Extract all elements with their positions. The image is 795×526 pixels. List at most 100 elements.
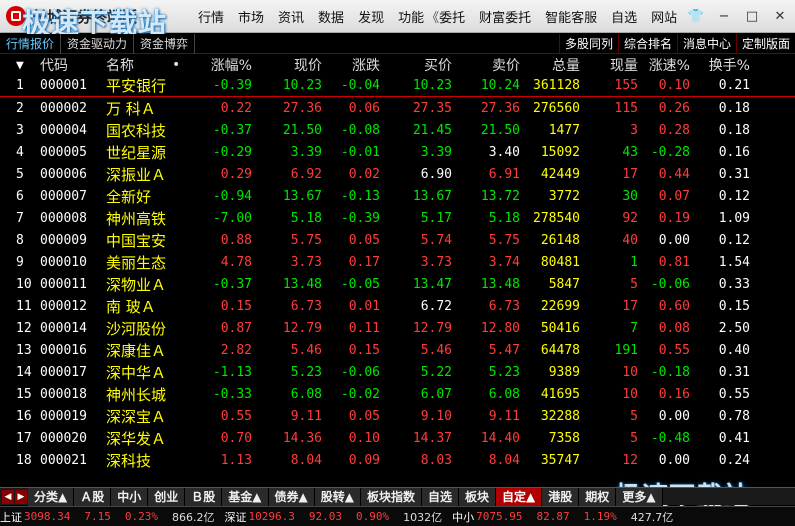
zx-amount: 427.7亿 [630, 510, 674, 524]
menu-trade[interactable]: 委托 [439, 7, 465, 26]
market-tab[interactable]: Ｂ股 [185, 487, 223, 506]
table-row[interactable]: 7 000008 神州高铁 -7.00 5.18 -0.39 5.17 5.18 278540 9… [0, 207, 795, 229]
table-row[interactable]: 13 000016 深康佳Ａ 2.82 5.46 0.15 5.46 5.47 64478 191… [0, 339, 795, 361]
price-speed: 0.00 [658, 408, 690, 424]
view-options: 多股同列 综合排名 消息中心 定制版面 [558, 34, 795, 54]
menu-quotes[interactable]: 行情 [198, 7, 224, 26]
price-speed: -0.06 [650, 276, 690, 292]
market-tab[interactable]: 更多▲ [616, 487, 663, 506]
table-row[interactable]: 3 000004 国农科技 -0.37 21.50 -0.08 21.45 21.50 1477… [0, 119, 795, 141]
total-volume: 50416 [540, 320, 580, 336]
minimize-button[interactable]: − [713, 6, 735, 26]
market-tab[interactable]: 债券▲ [268, 487, 315, 506]
tab-capital-flow[interactable]: 资金驱动力 [61, 33, 135, 54]
table-row[interactable]: 12 000014 沙河股份 0.87 12.79 0.11 12.79 12.80 50416… [0, 317, 795, 339]
market-tab[interactable]: 中小 [111, 487, 149, 506]
table-row[interactable]: 8 000009 中国宝安 0.88 5.75 0.05 5.74 5.75 26148 40 0.… [0, 229, 795, 251]
current-volume: 191 [614, 342, 638, 358]
market-tab[interactable]: 板块 [459, 487, 497, 506]
market-tab[interactable]: 自选 [422, 487, 460, 506]
market-tab[interactable]: 创业 [148, 487, 186, 506]
tab-capital-game[interactable]: 资金博弈 [134, 33, 196, 54]
price-speed: 0.00 [658, 232, 690, 248]
sz-pct: 0.90% [355, 510, 390, 523]
table-row[interactable]: 5 000006 深振业Ａ 0.29 6.92 0.02 6.90 6.91 42449 17 0.… [0, 163, 795, 185]
table-row[interactable]: 18 000021 深科技 1.13 8.04 0.09 8.03 8.04 35747 12 0.… [0, 449, 795, 471]
sh-index[interactable]: 3098.34 [24, 510, 70, 523]
total-volume: 3772 [548, 188, 580, 204]
market-tab[interactable]: 分类▲ [28, 487, 75, 506]
price-change: -0.39 [340, 210, 380, 226]
menu-collapse-icon[interactable]: 《 [426, 7, 439, 26]
price-speed: 0.44 [658, 166, 690, 182]
table-row[interactable]: 16 000019 深深宝Ａ 0.55 9.11 0.05 9.10 9.11 32288 5 0.… [0, 405, 795, 427]
market-tab[interactable]: 期权 [579, 487, 617, 506]
table-row[interactable]: 1 000001 平安银行 -0.39 10.23 -0.04 10.23 10.24 3611… [0, 75, 795, 97]
current-volume: 17 [622, 166, 638, 182]
current-volume: 92 [622, 210, 638, 226]
close-button[interactable]: ✕ [769, 6, 791, 26]
table-row[interactable]: 15 000018 神州长城 -0.33 6.08 -0.02 6.07 6.08 41695 1… [0, 383, 795, 405]
current-price: 6.92 [290, 166, 322, 182]
window-controls: 👕 − □ ✕ [685, 6, 791, 26]
scroll-right-icon[interactable]: ▶ [15, 489, 27, 504]
current-price: 6.73 [290, 298, 322, 314]
price-change: 0.05 [348, 408, 380, 424]
menu-news[interactable]: 资讯 [278, 7, 304, 26]
maximize-button[interactable]: □ [741, 6, 763, 26]
table-row[interactable]: 6 000007 全新好 -0.94 13.67 -0.13 13.67 13.72 3772 3… [0, 185, 795, 207]
current-price: 10.23 [282, 78, 322, 93]
market-tab[interactable]: 自定▲ [496, 487, 543, 506]
table-row[interactable]: 9 000010 美丽生态 4.78 3.73 0.17 3.73 3.74 80481 1 0.8… [0, 251, 795, 273]
header-turnover[interactable]: 换手% [690, 55, 750, 75]
header-change[interactable]: 涨跌 [322, 55, 380, 75]
menu-discover[interactable]: 发现 [358, 7, 384, 26]
market-tab[interactable]: 股转▲ [314, 487, 361, 506]
market-tab[interactable]: 基金▲ [222, 487, 269, 506]
market-tab[interactable]: Ａ股 [74, 487, 112, 506]
header-volume[interactable]: 总量 [520, 55, 580, 75]
multi-stock-button[interactable]: 多股同列 [558, 34, 618, 54]
table-row[interactable]: 10 000011 深物业Ａ -0.37 13.48 -0.05 13.47 13.48 584… [0, 273, 795, 295]
ask-price: 10.24 [480, 78, 520, 93]
index-status-bar: 上证 3098.34 7.15 0.23% 866.2亿 深证 10296.3 … [0, 506, 795, 526]
pct-change: 0.87 [220, 320, 252, 336]
market-tab[interactable]: 港股 [542, 487, 580, 506]
menu-smart-service[interactable]: 智能客服 [545, 7, 597, 26]
header-code[interactable]: 代码 [40, 55, 100, 75]
sort-icon[interactable]: ▼ [0, 58, 40, 73]
menu-data[interactable]: 数据 [318, 7, 344, 26]
menu-wealth-trade[interactable]: 财富委托 [479, 7, 531, 26]
row-index: 4 [16, 144, 24, 160]
ranking-button[interactable]: 综合排名 [617, 34, 677, 54]
sz-index[interactable]: 10296.3 [248, 510, 294, 523]
skin-shirt-icon[interactable]: 👕 [685, 6, 707, 26]
header-name[interactable]: 名称 [100, 55, 172, 75]
menu-watchlist[interactable]: 自选 [611, 7, 637, 26]
table-row[interactable]: 11 000012 南 玻Ａ 0.15 6.73 0.01 6.72 6.73 22699 17 0… [0, 295, 795, 317]
table-row[interactable]: 17 000020 深华发Ａ 0.70 14.36 0.10 14.37 14.40 7358 5… [0, 427, 795, 449]
header-price[interactable]: 现价 [252, 55, 322, 75]
zx-index[interactable]: 7075.95 [476, 510, 522, 523]
price-speed: 0.60 [658, 298, 690, 314]
current-price: 5.23 [290, 364, 322, 380]
table-row[interactable]: 4 000005 世纪星源 -0.29 3.39 -0.01 3.39 3.40 15092 43… [0, 141, 795, 163]
message-center-button[interactable]: 消息中心 [676, 34, 736, 54]
table-row[interactable]: 14 000017 深中华Ａ -1.13 5.23 -0.06 5.22 5.23 9389 10… [0, 361, 795, 383]
header-pct[interactable]: 涨幅% [190, 55, 252, 75]
current-price: 5.46 [290, 342, 322, 358]
header-now-volume[interactable]: 现量 [580, 55, 638, 75]
header-sell[interactable]: 卖价 [452, 55, 520, 75]
table-row[interactable]: 2 000002 万 科Ａ 0.22 27.36 0.06 27.35 27.36 276560… [0, 97, 795, 119]
market-tab[interactable]: 板块指数 [361, 487, 423, 506]
header-buy[interactable]: 买价 [380, 55, 452, 75]
menu-market[interactable]: 市场 [238, 7, 264, 26]
tab-quotes[interactable]: 行情报价 [0, 33, 62, 54]
custom-layout-button[interactable]: 定制版面 [735, 34, 795, 54]
scroll-left-icon[interactable]: ◀ [2, 489, 14, 504]
header-speed[interactable]: 涨速% [638, 55, 690, 75]
stock-name: 沙河股份 [106, 319, 167, 338]
row-index: 5 [16, 166, 24, 182]
menu-functions[interactable]: 功能 [398, 7, 424, 26]
menu-website[interactable]: 网站 [651, 7, 677, 26]
